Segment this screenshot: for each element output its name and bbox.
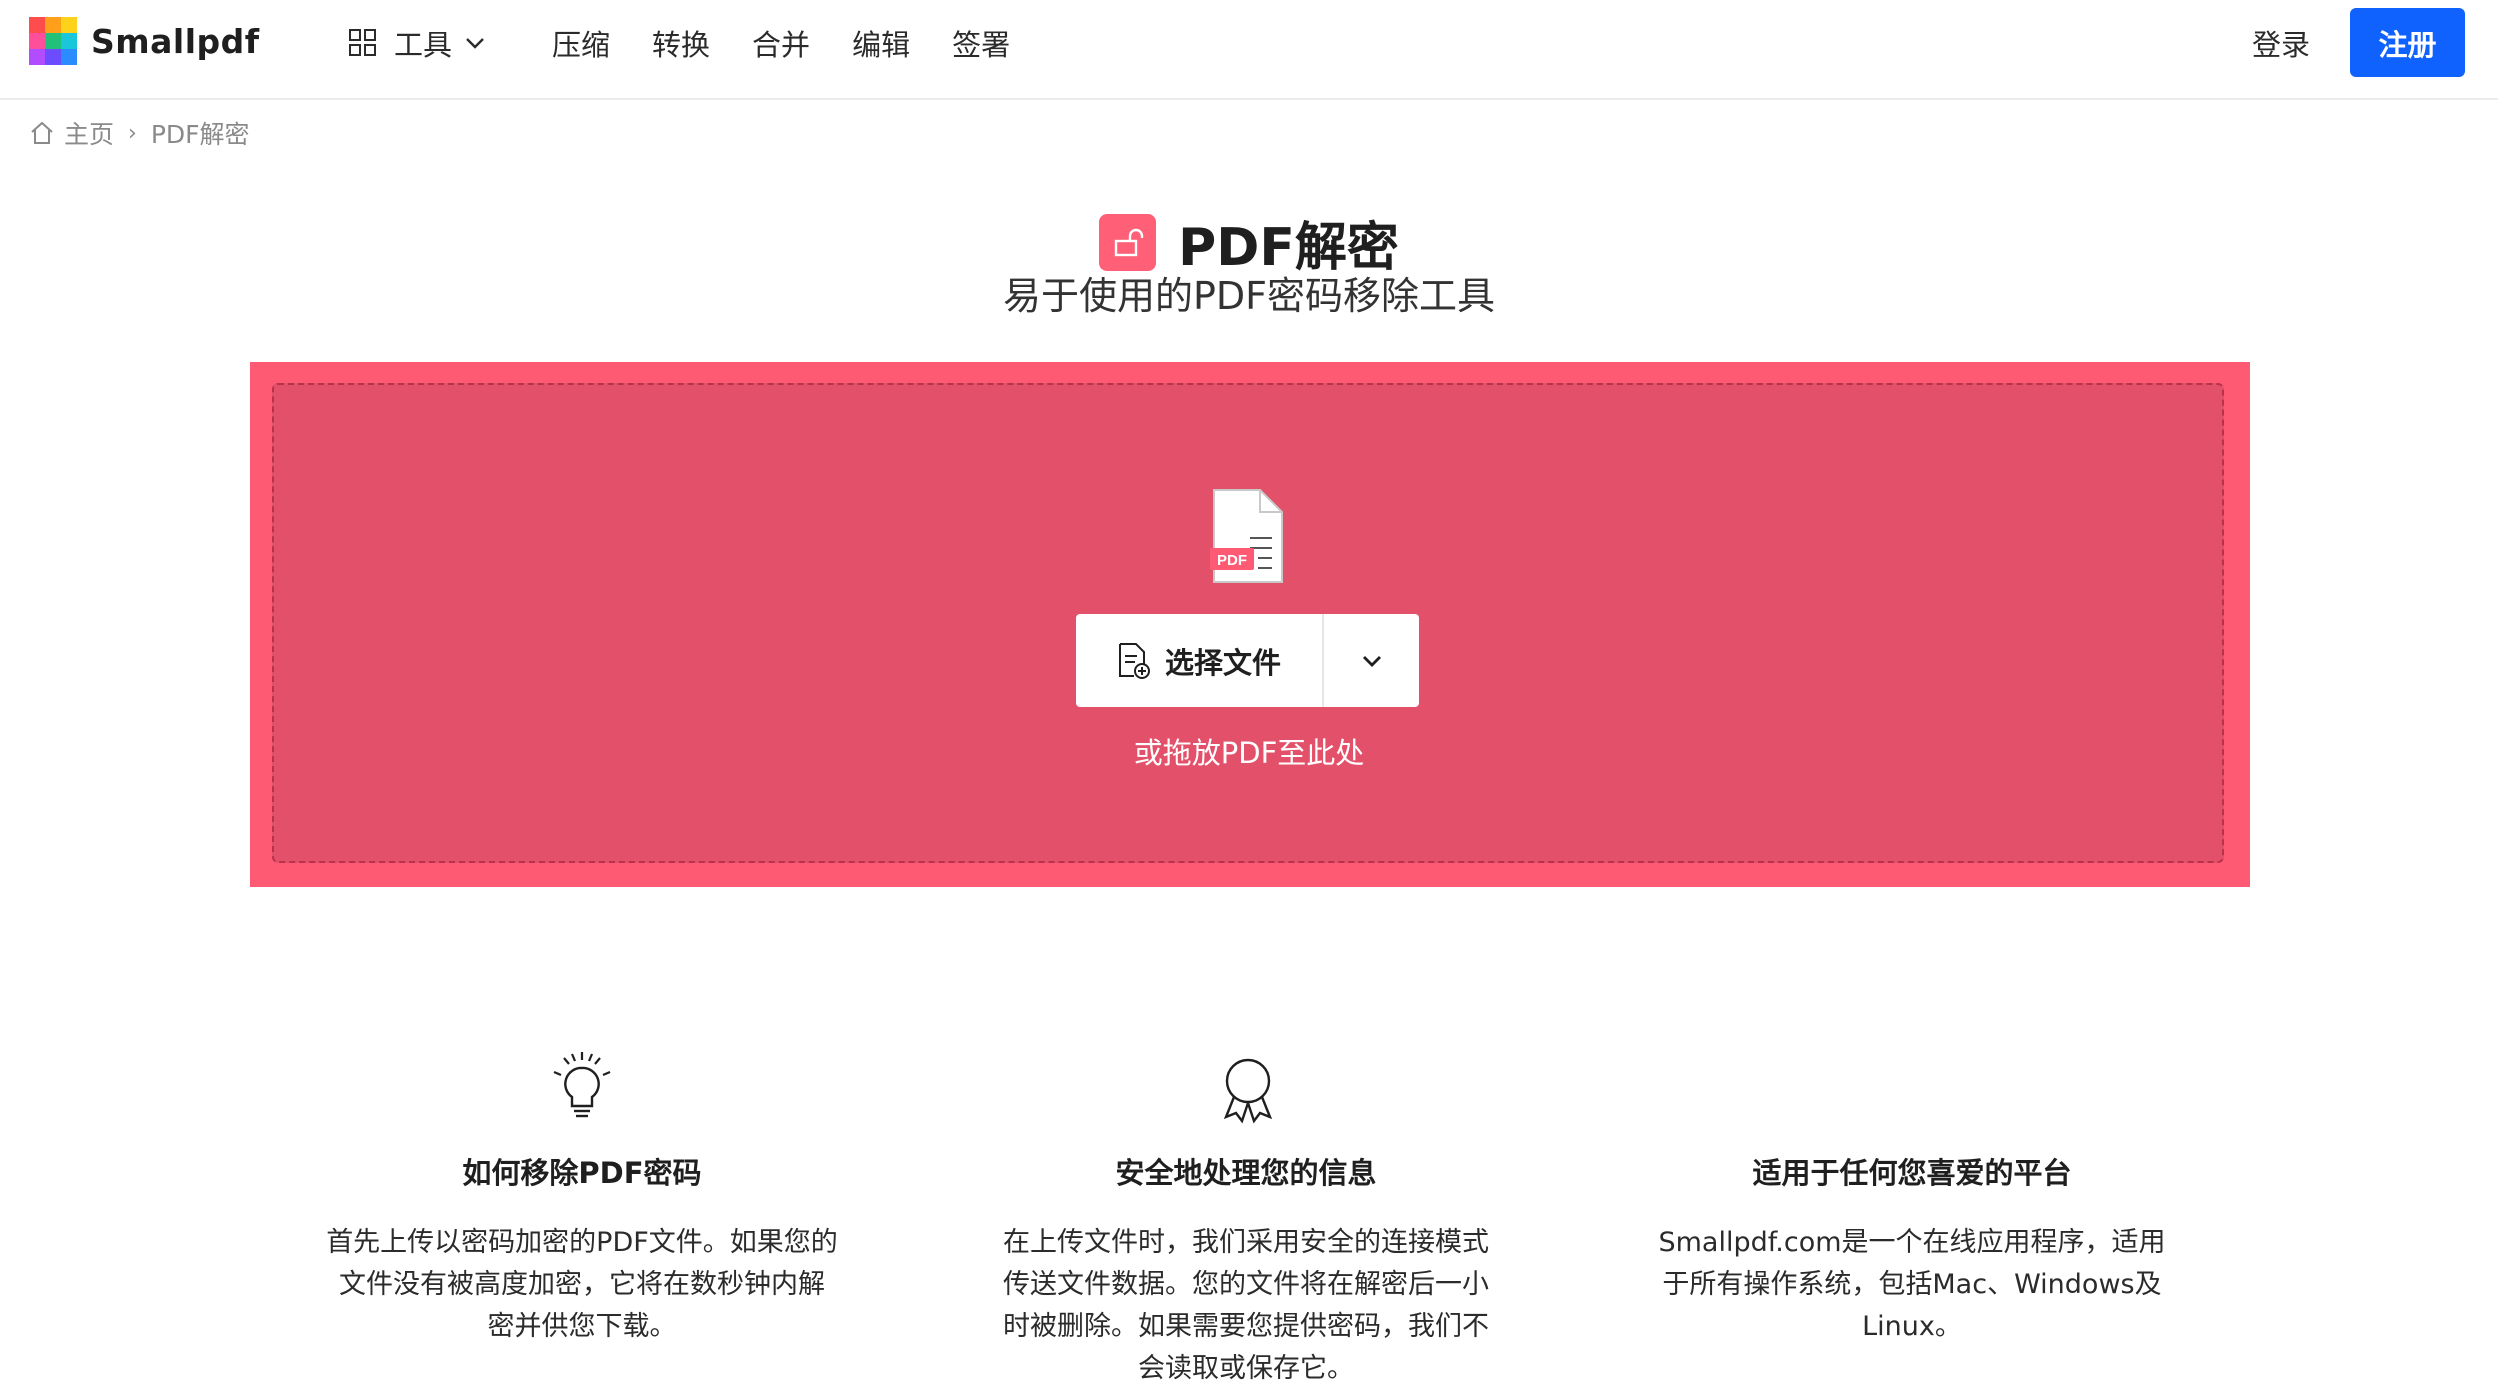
feature-line: Linux。 <box>1862 1311 1962 1342</box>
nav-convert[interactable]: 转换 <box>652 22 710 64</box>
drop-hint: 或拖放PDF至此处 <box>1133 736 1365 770</box>
nav-compress[interactable]: 压缩 <box>552 22 610 64</box>
feature-line: 首先上传以密码加密的PDF文件。如果您的 <box>326 1227 838 1258</box>
main-nav: 工具 压缩 转换 合并 编辑 签署 <box>348 20 1010 66</box>
feature-line: 密并供您下载。 <box>487 1311 677 1342</box>
feature-title: 如何移除PDF密码 <box>462 1156 702 1190</box>
logo-icon <box>29 17 77 65</box>
choose-file-button[interactable]: 选择文件 <box>1076 614 1324 707</box>
feature-line: 文件没有被高度加密，它将在数秒钟内解 <box>339 1269 825 1300</box>
feature-line: 于所有操作系统，包括Mac、Windows及 <box>1662 1269 2162 1300</box>
top-header: Smallpdf 工具 压缩 转换 合并 编辑 签署 登录 注册 <box>0 0 2498 100</box>
grid-icon <box>349 29 376 56</box>
brand-name: Smallpdf <box>91 21 260 61</box>
page-subtitle: 易于使用的PDF密码移除工具 <box>1002 274 1496 318</box>
pdf-file-icon: PDF <box>1210 489 1283 583</box>
brand-logo[interactable]: Smallpdf <box>29 17 260 65</box>
breadcrumb-separator: › <box>128 120 137 146</box>
tools-label: 工具 <box>394 28 453 62</box>
feature-platform: 适用于任何您喜爱的平台 Smallpdf.com是一个在线应用程序，适用 于所有… <box>1632 1150 2192 1348</box>
feature-line: 时被删除。如果需要您提供密码，我们不 <box>1003 1311 1489 1342</box>
nav-sign[interactable]: 签署 <box>952 22 1010 64</box>
login-link[interactable]: 登录 <box>2252 22 2310 64</box>
choose-source-dropdown[interactable] <box>1324 614 1419 707</box>
chevron-down-icon <box>1362 655 1381 667</box>
choose-file-label: 选择文件 <box>1164 645 1281 680</box>
breadcrumb-home[interactable]: 主页 <box>64 115 114 151</box>
feature-line: 传送文件数据。您的文件将在解密后一小 <box>1003 1269 1489 1300</box>
lightbulb-icon <box>553 1052 611 1118</box>
chevron-down-icon <box>466 38 484 49</box>
pdf-badge-text: PDF <box>1217 552 1247 569</box>
tools-menu-button[interactable]: 工具 <box>348 22 488 64</box>
award-badge-icon <box>1223 1058 1273 1124</box>
breadcrumb: 主页 › PDF解密 <box>28 115 250 151</box>
feature-how-to: 如何移除PDF密码 首先上传以密码加密的PDF文件。如果您的 文件没有被高度加密… <box>302 1150 862 1348</box>
feature-line: Smallpdf.com是一个在线应用程序，适用 <box>1658 1227 2166 1258</box>
feature-title: 安全地处理您的信息 <box>1115 1156 1377 1190</box>
feature-title: 适用于任何您喜爱的平台 <box>1752 1156 2072 1190</box>
signup-button[interactable]: 注册 <box>2350 8 2465 77</box>
feature-line: 会读取或保存它。 <box>1138 1353 1354 1384</box>
home-icon <box>31 121 53 144</box>
add-document-icon <box>1118 642 1150 679</box>
feature-line: 在上传文件时，我们采用安全的连接模式 <box>1003 1227 1489 1258</box>
nav-merge[interactable]: 合并 <box>752 22 810 64</box>
choose-file-group: 选择文件 <box>1076 614 1419 707</box>
nav-edit[interactable]: 编辑 <box>852 22 910 64</box>
breadcrumb-current: PDF解密 <box>150 120 250 149</box>
feature-security: 安全地处理您的信息 在上传文件时，我们采用安全的连接模式 传送文件数据。您的文件… <box>966 1150 1526 1390</box>
unlock-icon <box>1099 214 1157 271</box>
